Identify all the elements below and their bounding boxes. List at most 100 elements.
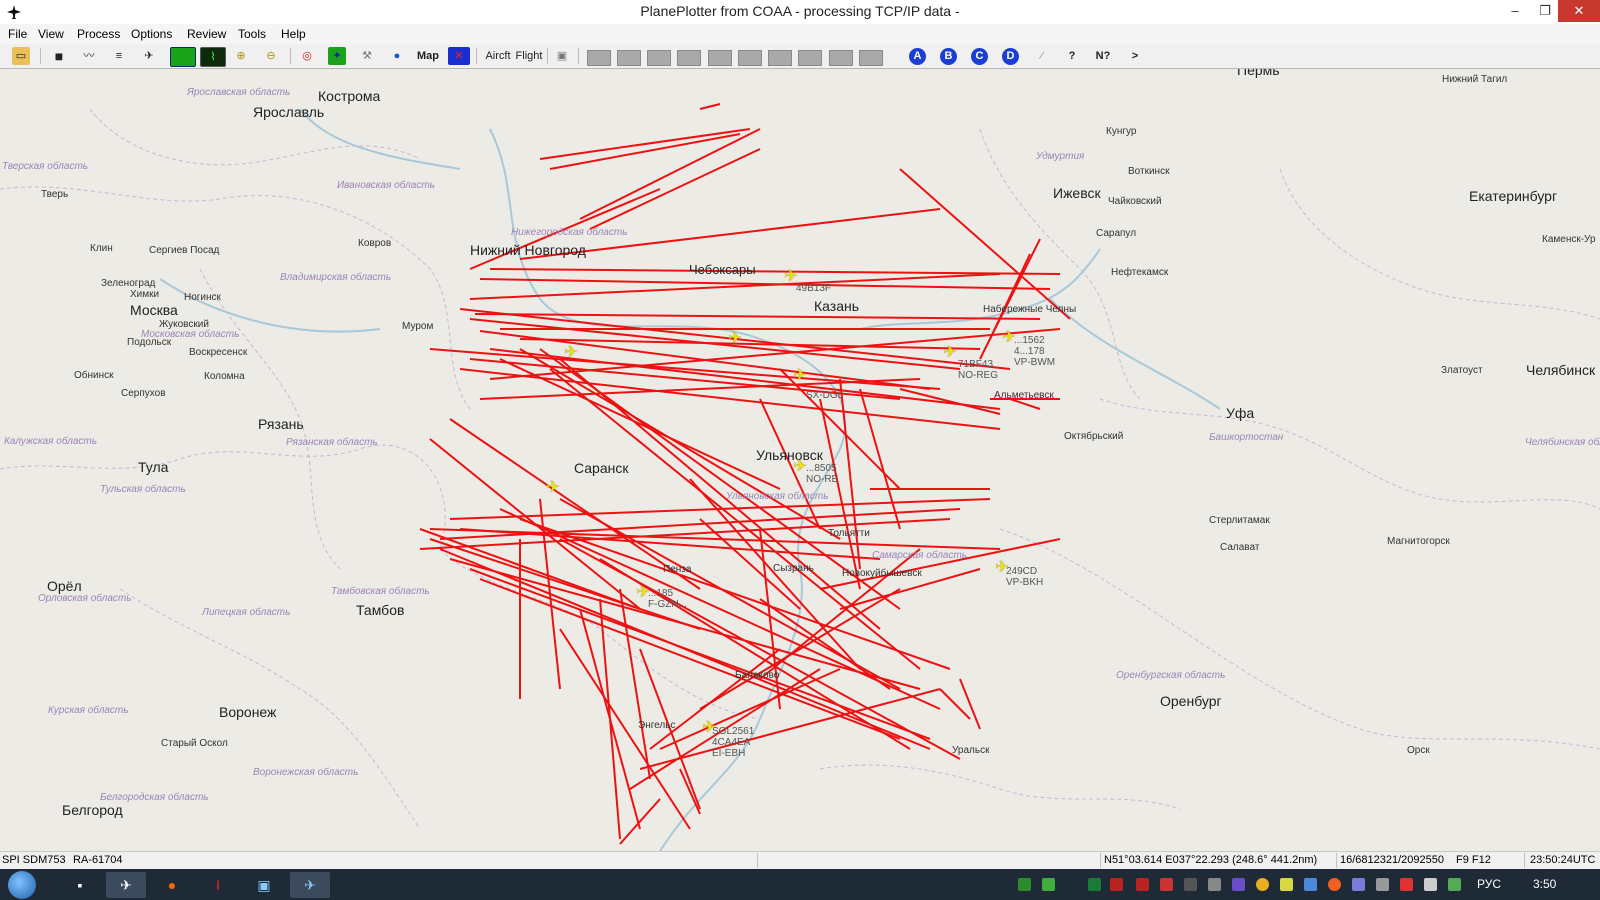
city-label: Нижний Новгород [470,242,586,258]
aircraft-icon[interactable]: ✈ [140,47,158,65]
city-label: Муром [402,321,434,332]
chart-button-5[interactable] [708,50,732,66]
tray-icon[interactable] [1160,878,1173,891]
city-label: Каменск-Ур [1542,234,1596,245]
shield-icon[interactable] [1280,878,1293,891]
network-icon[interactable] [1376,878,1389,891]
chart-button-8[interactable] [798,50,822,66]
tools-icon[interactable]: ⚒ [358,47,376,65]
globe-icon[interactable]: ● [388,47,406,65]
shield-icon[interactable] [1304,878,1317,891]
toolbar-separator [290,48,291,64]
aircraft-marker[interactable]: ✈ [726,330,744,348]
map-button[interactable]: Map [414,47,442,65]
aircraft-label: 71BF43 NO-REG [958,359,998,381]
status-bar: SPI SDM753 RA-61704 N51°03.614 E037°22.2… [0,851,1600,870]
app-red-icon[interactable]: I [198,872,238,898]
menu-review[interactable]: Review [187,27,226,41]
region-label: Калужская область [4,436,98,447]
tray-icon[interactable] [1400,878,1413,891]
city-label: Салават [1220,542,1260,553]
zoom-out-icon[interactable]: ⊖ [262,47,280,65]
chart-c-button[interactable]: C [971,48,988,65]
tray-icon[interactable] [1328,878,1341,891]
city-label: Балаково [735,670,780,681]
tray-icon[interactable] [1018,878,1031,891]
zoom-in-icon[interactable]: ⊕ [232,47,250,65]
chart-button-9[interactable] [829,50,853,66]
tray-icon[interactable] [1208,878,1221,891]
plane-app-icon[interactable]: ✈ [290,872,330,898]
waypoint-icon[interactable]: ✦ [328,47,346,65]
tray-icon[interactable] [1448,878,1461,891]
chrome-tray-icon[interactable] [1256,878,1269,891]
tray-icon[interactable] [1136,878,1149,891]
minimize-button[interactable]: – [1500,0,1530,22]
region-label: Оренбургская область [1116,670,1226,681]
start-button[interactable] [8,871,36,899]
firefox-icon[interactable]: ● [152,872,192,898]
menu-options[interactable]: Options [131,27,172,41]
tray-icon[interactable] [1232,878,1245,891]
chart-b-button[interactable]: B [940,48,957,65]
language-indicator[interactable]: РУС [1477,877,1501,891]
menu-view[interactable]: View [38,27,64,41]
ground-station-icon[interactable]: ✕ [448,47,470,65]
flight-track [429,538,701,630]
map-view-icon[interactable] [170,47,196,67]
city-label: Оренбург [1160,693,1222,709]
chart-button-1[interactable] [587,50,611,66]
open-folder-icon[interactable]: ▭ [12,47,30,65]
tray-icon[interactable] [1352,878,1365,891]
stop-icon[interactable]: ■ [50,47,68,65]
toolbar-more-button[interactable]: > [1126,47,1144,65]
taskbar-clock[interactable]: 3:50 [1533,877,1556,891]
aircraft-marker[interactable]: ✈ [791,367,809,385]
city-label: Тамбов [356,602,405,618]
chart-a-button[interactable]: A [909,48,926,65]
planeplotter-taskbar-icon[interactable]: ✈ [106,872,146,898]
tray-icon[interactable] [1042,878,1055,891]
flight-track [549,133,741,170]
aircraft-marker[interactable]: ✈ [544,479,562,497]
target-icon[interactable]: ◎ [298,47,316,65]
context-help-button[interactable]: N? [1092,47,1114,65]
taskbar: ▪ ✈ ● I ▣ ✈ РУС 3:50 [0,869,1600,900]
city-label: Ковров [358,238,392,249]
menu-tools[interactable]: Tools [238,27,266,41]
close-button[interactable]: ✕ [1558,0,1600,22]
chart-button-7[interactable] [768,50,792,66]
status-coordinates: N51°03.614 E037°22.293 (248.6° 441.2nm) [1104,854,1318,866]
chart-button-4[interactable] [677,50,701,66]
chart-button-10[interactable] [859,50,883,66]
menu-process[interactable]: Process [77,27,120,41]
pen-icon[interactable]: ⁄ [1033,47,1051,65]
tray-icon[interactable] [1110,878,1123,891]
flight-list-button[interactable]: Flight [514,47,544,65]
maximize-button[interactable]: ❐ [1530,0,1560,22]
menu-file[interactable]: File [8,27,27,41]
help-button[interactable]: ? [1063,47,1081,65]
flight-track [474,313,1041,320]
radar-view-icon[interactable]: ⌇ [200,47,226,67]
aircraft-marker[interactable]: ✈ [941,344,959,362]
waveform-icon[interactable]: 〰 [80,47,98,65]
volume-icon[interactable] [1424,878,1437,891]
chart-d-button[interactable]: D [1002,48,1019,65]
menu-help[interactable]: Help [281,27,306,41]
map-view[interactable]: Кострома Ярославль Тверь Клин Сергиев По… [0,69,1600,851]
window-title: PlanePlotter from COAA - processing TCP/… [640,3,960,19]
network-app-icon[interactable]: ▣ [244,872,284,898]
chart-button-2[interactable] [617,50,641,66]
aircraft-marker[interactable]: ✈ [562,344,580,362]
list-icon[interactable]: ≡ [110,47,128,65]
chart-button-3[interactable] [647,50,671,66]
aircraft-list-button[interactable]: Aircft [482,47,514,65]
tray-icon[interactable] [1088,878,1101,891]
tray-icon[interactable] [1184,878,1197,891]
chart-button-6[interactable] [738,50,762,66]
city-label: Серпухов [121,388,166,399]
camera-icon[interactable]: ▣ [552,47,572,65]
aircraft-label: 249CD VP-BKH [1006,566,1044,588]
save-icon[interactable]: ▪ [60,872,100,898]
